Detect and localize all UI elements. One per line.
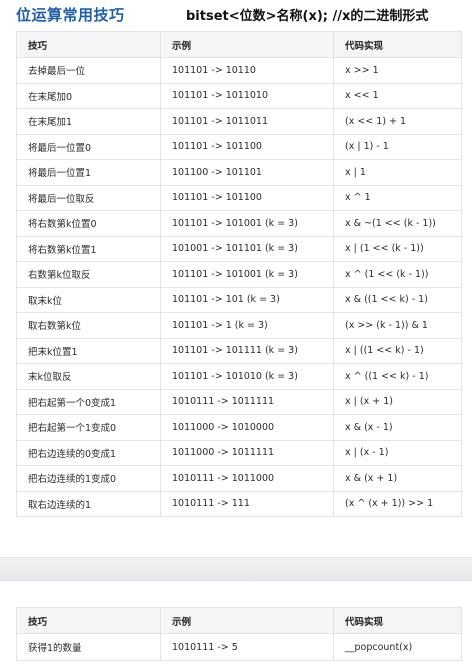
cell-example: 101101 -> 101001 (k = 3) bbox=[160, 261, 334, 288]
cell-example: 1010111 -> 5 bbox=[160, 633, 334, 661]
table-row: 去掉最后一位 101101 -> 10110 x >> 1 bbox=[16, 57, 462, 84]
table-row: 在末尾加1 101101 -> 1011011 (x << 1) + 1 bbox=[16, 108, 462, 135]
cell-code: x >> 1 bbox=[333, 57, 462, 84]
table-row: 将最后一位取反 101101 -> 101100 x ^ 1 bbox=[16, 184, 462, 211]
cell-trick: 将右数第k位置0 bbox=[16, 210, 161, 237]
table-row: 把右边连续的0变成1 1011000 -> 1011111 x | (x - 1) bbox=[16, 439, 462, 466]
popcount-table: 技巧 示例 代码实现 获得1的数量 1010111 -> 5 __popcount(… bbox=[16, 607, 462, 661]
table-row: 把右边连续的1变成0 1010111 -> 1011000 x & (x + 1) bbox=[16, 465, 462, 492]
table-row: 末k位取反 101101 -> 101010 (k = 3) x ^ ((1 << … bbox=[16, 363, 462, 390]
column-header-example: 示例 bbox=[160, 607, 334, 634]
cell-example: 101001 -> 101101 (k = 3) bbox=[160, 235, 334, 262]
table-header-row: 技巧 示例 代码实现 bbox=[16, 607, 462, 634]
cell-code: (x << 1) + 1 bbox=[333, 108, 462, 135]
table-row: 把右起第一个1变成0 1011000 -> 1010000 x & (x - 1) bbox=[16, 414, 462, 441]
cell-trick: 将最后一位置1 bbox=[16, 159, 161, 186]
cell-example: 101101 -> 101 (k = 3) bbox=[160, 286, 334, 313]
table-row: 取末k位 101101 -> 101 (k = 3) x & ((1 << k) -… bbox=[16, 286, 462, 313]
table-row: 取右边连续的1 1010111 -> 111 (x ^ (x + 1)) >> 1 bbox=[16, 490, 462, 517]
cell-trick: 把末k位置1 bbox=[16, 337, 161, 364]
cell-example: 1010111 -> 111 bbox=[160, 490, 334, 517]
cell-example: 101101 -> 101111 (k = 3) bbox=[160, 337, 334, 364]
cell-trick: 在末尾加0 bbox=[16, 82, 161, 109]
cell-code: x & (x + 1) bbox=[333, 465, 462, 492]
cell-trick: 取右边连续的1 bbox=[16, 490, 161, 517]
cell-code: x | 1 bbox=[333, 159, 462, 186]
table-row: 将最后一位置0 101101 -> 101100 (x | 1) - 1 bbox=[16, 133, 462, 160]
cell-code: (x | 1) - 1 bbox=[333, 133, 462, 160]
cell-trick: 去掉最后一位 bbox=[16, 57, 161, 84]
page-header: 位运算常用技巧 bitset<位数>名称(x); //x的二进制形式 bbox=[0, 0, 472, 28]
page-subtitle: bitset<位数>名称(x); //x的二进制形式 bbox=[186, 9, 429, 24]
column-header-example: 示例 bbox=[160, 31, 334, 58]
cell-trick: 末k位取反 bbox=[16, 363, 161, 390]
cell-example: 101101 -> 101100 bbox=[160, 184, 334, 211]
cell-example: 101101 -> 101010 (k = 3) bbox=[160, 363, 334, 390]
cell-example: 101101 -> 1 (k = 3) bbox=[160, 312, 334, 339]
cell-example: 101101 -> 10110 bbox=[160, 57, 334, 84]
column-header-trick: 技巧 bbox=[16, 31, 161, 58]
table-row: 将最后一位置1 101100 -> 101101 x | 1 bbox=[16, 159, 462, 186]
table-row: 取右数第k位 101101 -> 1 (k = 3) (x >> (k - 1)) … bbox=[16, 312, 462, 339]
cell-example: 1010111 -> 1011111 bbox=[160, 388, 334, 415]
bit-tricks-table: 技巧 示例 代码实现 去掉最后一位 101101 -> 10110 x >> 1 在末… bbox=[16, 31, 462, 517]
cell-code: x & ~(1 << (k - 1)) bbox=[333, 210, 462, 237]
table-row: 把末k位置1 101101 -> 101111 (k = 3) x | ((1 <<… bbox=[16, 337, 462, 364]
cell-trick: 右数第k位取反 bbox=[16, 261, 161, 288]
cell-trick: 取末k位 bbox=[16, 286, 161, 313]
cell-code: (x >> (k - 1)) & 1 bbox=[333, 312, 462, 339]
cell-code: (x ^ (x + 1)) >> 1 bbox=[333, 490, 462, 517]
cell-trick: 在末尾加1 bbox=[16, 108, 161, 135]
cell-example: 101100 -> 101101 bbox=[160, 159, 334, 186]
table-row: 将右数第k位置0 101101 -> 101001 (k = 3) x & ~(1 … bbox=[16, 210, 462, 237]
cell-code: x & (x - 1) bbox=[333, 414, 462, 441]
cell-example: 101101 -> 101100 bbox=[160, 133, 334, 160]
cell-code: x ^ 1 bbox=[333, 184, 462, 211]
cell-example: 1010111 -> 1011000 bbox=[160, 465, 334, 492]
cell-trick: 将最后一位置0 bbox=[16, 133, 161, 160]
cell-code: x | (1 << (k - 1)) bbox=[333, 235, 462, 262]
cell-trick: 把右边连续的1变成0 bbox=[16, 465, 161, 492]
cell-example: 1011000 -> 1011111 bbox=[160, 439, 334, 466]
cell-code: x ^ (1 << (k - 1)) bbox=[333, 261, 462, 288]
cell-trick: 把右起第一个0变成1 bbox=[16, 388, 161, 415]
cell-example: 101101 -> 1011010 bbox=[160, 82, 334, 109]
table-row: 右数第k位取反 101101 -> 101001 (k = 3) x ^ (1 <<… bbox=[16, 261, 462, 288]
cell-code: x | ((1 << k) - 1) bbox=[333, 337, 462, 364]
table-row: 在末尾加0 101101 -> 1011010 x << 1 bbox=[16, 82, 462, 109]
cell-trick: 把右起第一个1变成0 bbox=[16, 414, 161, 441]
cell-code: x << 1 bbox=[333, 82, 462, 109]
cell-trick: 取右数第k位 bbox=[16, 312, 161, 339]
cell-trick: 将最后一位取反 bbox=[16, 184, 161, 211]
page-title: 位运算常用技巧 bbox=[16, 6, 125, 24]
table-row: 把右起第一个0变成1 1010111 -> 1011111 x | (x + 1) bbox=[16, 388, 462, 415]
column-header-code: 代码实现 bbox=[333, 607, 462, 634]
cell-code: __popcount(x) bbox=[333, 633, 462, 661]
cell-trick: 把右边连续的0变成1 bbox=[16, 439, 161, 466]
cell-trick: 获得1的数量 bbox=[16, 633, 161, 661]
column-header-code: 代码实现 bbox=[333, 31, 462, 58]
cell-example: 101101 -> 101001 (k = 3) bbox=[160, 210, 334, 237]
table-row: 获得1的数量 1010111 -> 5 __popcount(x) bbox=[16, 633, 462, 661]
cell-example: 1011000 -> 1010000 bbox=[160, 414, 334, 441]
cell-code: x ^ ((1 << k) - 1) bbox=[333, 363, 462, 390]
cell-code: x & ((1 << k) - 1) bbox=[333, 286, 462, 313]
column-header-trick: 技巧 bbox=[16, 607, 161, 634]
cell-example: 101101 -> 1011011 bbox=[160, 108, 334, 135]
cell-trick: 将右数第k位置1 bbox=[16, 235, 161, 262]
section-divider bbox=[0, 557, 472, 581]
table-row: 将右数第k位置1 101001 -> 101101 (k = 3) x | (1 <… bbox=[16, 235, 462, 262]
cell-code: x | (x - 1) bbox=[333, 439, 462, 466]
cell-code: x | (x + 1) bbox=[333, 388, 462, 415]
table-header-row: 技巧 示例 代码实现 bbox=[16, 31, 462, 58]
